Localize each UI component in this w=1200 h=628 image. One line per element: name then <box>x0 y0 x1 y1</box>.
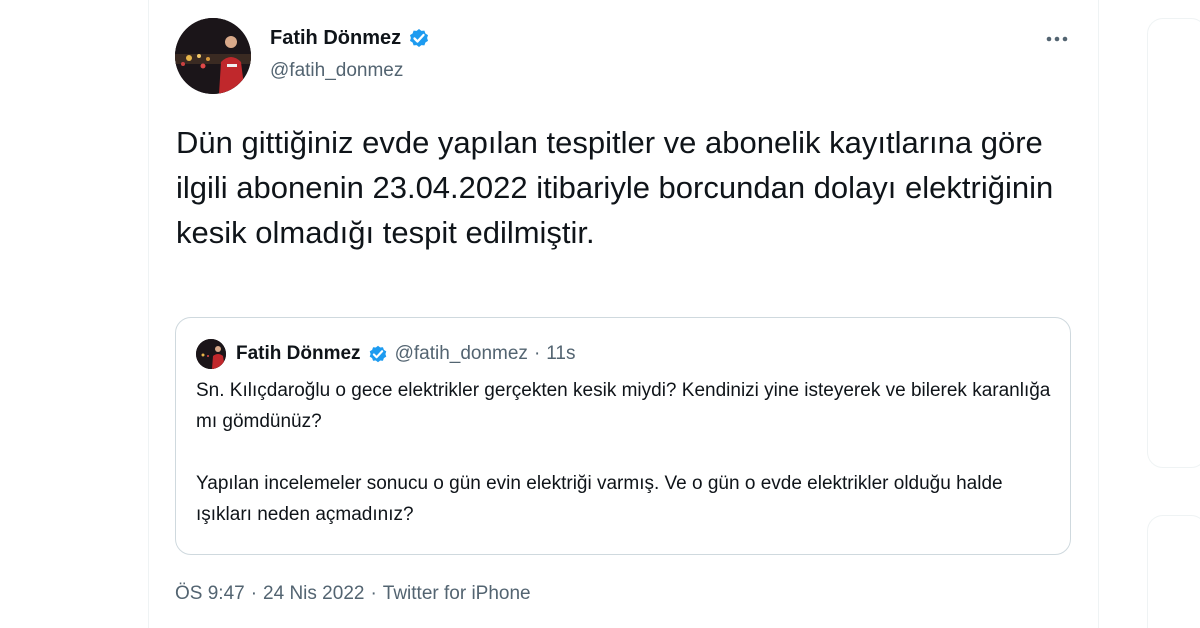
tweet-text: Dün gittiğiniz evde yapılan tespitler ve… <box>176 125 1054 250</box>
tweet-time[interactable]: ÖS 9:47 <box>175 583 245 605</box>
quoted-author-handle[interactable]: @fatih_donmez <box>395 343 528 365</box>
separator-dot: · <box>370 583 377 604</box>
quoted-tweet-paragraph: Yapılan incelemeler sonucu o gün evin el… <box>196 473 1003 525</box>
more-horizontal-icon <box>1046 36 1068 42</box>
quoted-tweet-header: Fatih Dönmez @fatih_donmez · 11s <box>196 339 576 369</box>
right-sidebar-panel <box>1147 18 1200 468</box>
separator-dot: · <box>250 583 258 604</box>
quoted-tweet-paragraph: Sn. Kılıçdaroğlu o gece elektrikler gerç… <box>196 380 1051 432</box>
author-name-row[interactable]: Fatih Dönmez <box>270 26 431 50</box>
page: Fatih Dönmez @fatih_donmez Dün gittiğini… <box>0 0 1200 628</box>
author-avatar[interactable] <box>175 18 251 94</box>
author-display-name[interactable]: Fatih Dönmez <box>270 27 401 50</box>
right-sidebar-panel-lower <box>1147 515 1200 628</box>
tweet-date[interactable]: 24 Nis 2022 <box>263 583 364 605</box>
tweet-meta: ÖS 9:47 · 24 Nis 2022 · Twitter for iPho… <box>175 583 531 605</box>
more-options-button[interactable] <box>1040 28 1074 50</box>
author-handle[interactable]: @fatih_donmez <box>270 60 403 82</box>
quoted-author-name[interactable]: Fatih Dönmez <box>236 343 361 365</box>
verified-badge-icon <box>407 26 431 50</box>
avatar-photo <box>175 18 251 94</box>
quoted-tweet-time[interactable]: 11s <box>546 343 575 365</box>
quoted-author-avatar[interactable] <box>196 339 226 369</box>
tweet-source[interactable]: Twitter for iPhone <box>383 583 531 605</box>
verified-badge-icon <box>367 343 389 365</box>
quoted-tweet-text: Sn. Kılıçdaroğlu o gece elektrikler gerç… <box>196 375 1056 530</box>
separator-dot: · <box>533 343 541 364</box>
